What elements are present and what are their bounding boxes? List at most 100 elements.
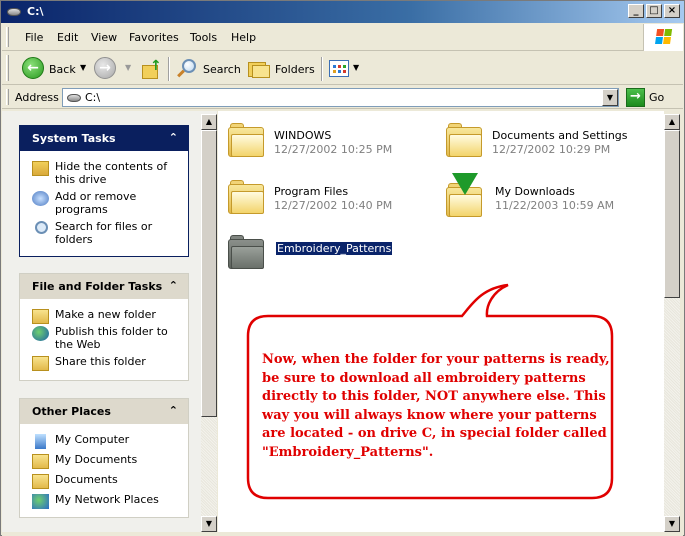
menu-edit[interactable]: Edit <box>57 31 78 44</box>
collapse-chevron-icon[interactable]: ⌃ <box>169 131 178 144</box>
place-my-computer[interactable]: My Computer <box>20 433 188 449</box>
search-magnifier-icon[interactable] <box>176 58 198 80</box>
task-pane: System Tasks ⌃ Hide the contents of this… <box>2 111 217 532</box>
file-name: My Downloads <box>495 185 575 198</box>
system-tasks-panel: System Tasks ⌃ Hide the contents of this… <box>19 125 189 257</box>
place-network[interactable]: My Network Places <box>20 493 188 509</box>
scroll-up-icon[interactable]: ▲ <box>201 114 217 130</box>
forward-arrow-icon[interactable]: → <box>94 57 116 79</box>
task-add-remove-programs[interactable]: Add or remove programs <box>20 190 188 216</box>
task-label: Hide the contents of this drive <box>55 160 168 186</box>
menu-file[interactable]: File <box>25 31 43 44</box>
drive-icon <box>7 8 21 16</box>
scroll-thumb[interactable] <box>664 130 680 298</box>
address-dropdown-icon[interactable]: ▼ <box>602 89 618 106</box>
address-grip[interactable] <box>6 89 9 105</box>
task-label: Publish this folder to the Web <box>55 325 168 351</box>
other-places-header[interactable]: Other Places ⌃ <box>20 399 188 424</box>
folders-icon[interactable] <box>248 60 270 78</box>
menu-view[interactable]: View <box>91 31 117 44</box>
file-name: WINDOWS <box>274 129 332 142</box>
back-button[interactable]: Back <box>49 63 76 76</box>
menu-tools[interactable]: Tools <box>190 31 217 44</box>
task-pane-scrollbar[interactable]: ▲ ▼ <box>201 114 217 532</box>
other-places-panel: Other Places ⌃ My Computer My Documents … <box>19 398 189 518</box>
views-dropdown-icon[interactable]: ▼ <box>353 63 359 72</box>
panel-title: File and Folder Tasks <box>32 280 163 293</box>
file-view: WINDOWS 12/27/2002 10:25 PM Documents an… <box>218 111 680 532</box>
windows-flag-icon <box>655 29 673 45</box>
file-date: 11/22/2003 10:59 AM <box>495 199 615 212</box>
window-title: C:\ <box>27 5 44 18</box>
folder-icon <box>228 123 264 157</box>
task-make-new-folder[interactable]: Make a new folder <box>20 308 188 324</box>
windows-logo <box>643 24 683 51</box>
collapse-chevron-icon[interactable]: ⌃ <box>169 279 178 292</box>
panel-title: System Tasks <box>32 132 116 145</box>
standard-toolbar: ← Back ▼ → ▼ ↑ Search Folders ▼ <box>2 52 683 85</box>
search-button[interactable]: Search <box>203 63 241 76</box>
menu-grip[interactable] <box>6 27 9 47</box>
back-dropdown-icon[interactable]: ▼ <box>80 63 86 72</box>
scroll-thumb[interactable] <box>201 130 217 417</box>
network-places-icon <box>32 494 49 509</box>
up-folder-icon[interactable]: ↑ <box>142 59 162 79</box>
file-folder-tasks-panel: File and Folder Tasks ⌃ Make a new folde… <box>19 273 189 381</box>
task-search-files[interactable]: Search for files or folders <box>20 220 188 246</box>
folder-icon <box>228 235 264 269</box>
toolbar-separator <box>321 57 323 81</box>
place-label: My Computer <box>55 433 130 446</box>
system-tasks-header[interactable]: System Tasks ⌃ <box>20 126 188 151</box>
scroll-down-icon[interactable]: ▼ <box>664 516 680 532</box>
address-input[interactable]: C:\ ▼ <box>62 88 619 107</box>
drive-icon <box>67 94 81 102</box>
toolbar-separator <box>168 57 170 81</box>
minimize-button[interactable]: _ <box>628 4 644 18</box>
file-folder-tasks-header[interactable]: File and Folder Tasks ⌃ <box>20 274 188 299</box>
menu-favorites[interactable]: Favorites <box>129 31 179 44</box>
collapse-chevron-icon[interactable]: ⌃ <box>169 404 178 417</box>
panel-title: Other Places <box>32 405 111 418</box>
downloads-folder-icon <box>446 173 482 217</box>
file-name: Documents and Settings <box>492 129 628 142</box>
views-icon[interactable] <box>329 60 349 77</box>
file-date: 12/27/2002 10:29 PM <box>492 143 611 156</box>
task-label: Add or remove programs <box>55 190 137 216</box>
place-documents[interactable]: Documents <box>20 473 188 489</box>
task-hide-contents[interactable]: Hide the contents of this drive <box>20 160 188 186</box>
place-my-documents[interactable]: My Documents <box>20 453 188 469</box>
file-name: Program Files <box>274 185 349 198</box>
title-bar[interactable]: C:\ _ □ × <box>1 1 684 23</box>
back-arrow-icon[interactable]: ← <box>22 57 44 79</box>
place-label: My Network Places <box>55 493 159 506</box>
folder-icon <box>32 474 49 489</box>
go-arrow-icon[interactable]: → <box>626 88 645 107</box>
window-bottom-edge <box>2 532 683 536</box>
file-date: 12/27/2002 10:40 PM <box>274 199 393 212</box>
address-label: Address <box>15 91 59 104</box>
go-button[interactable]: Go <box>649 91 664 104</box>
hide-contents-icon <box>32 161 49 176</box>
file-view-scrollbar[interactable]: ▲ ▼ <box>664 114 680 532</box>
toolbar-grip[interactable] <box>6 55 9 81</box>
new-folder-icon <box>32 309 49 324</box>
task-label: Share this folder <box>55 355 146 368</box>
menu-help[interactable]: Help <box>231 31 256 44</box>
place-label: Documents <box>55 473 118 486</box>
scroll-up-icon[interactable]: ▲ <box>664 114 680 130</box>
scroll-down-icon[interactable]: ▼ <box>201 516 217 532</box>
file-name: Embroidery_Patterns <box>276 242 393 255</box>
my-computer-icon <box>35 434 46 449</box>
task-publish-web[interactable]: Publish this folder to the Web <box>20 325 188 351</box>
publish-web-icon <box>32 326 49 341</box>
folder-icon <box>446 123 482 157</box>
add-remove-programs-icon <box>32 191 49 206</box>
folder-icon <box>228 180 264 214</box>
folders-button[interactable]: Folders <box>275 63 315 76</box>
share-folder-icon <box>32 356 49 371</box>
forward-dropdown-icon[interactable]: ▼ <box>125 63 131 72</box>
maximize-button[interactable]: □ <box>646 4 662 18</box>
task-share-folder[interactable]: Share this folder <box>20 355 188 371</box>
close-button[interactable]: × <box>664 4 680 18</box>
task-label: Make a new folder <box>55 308 156 321</box>
